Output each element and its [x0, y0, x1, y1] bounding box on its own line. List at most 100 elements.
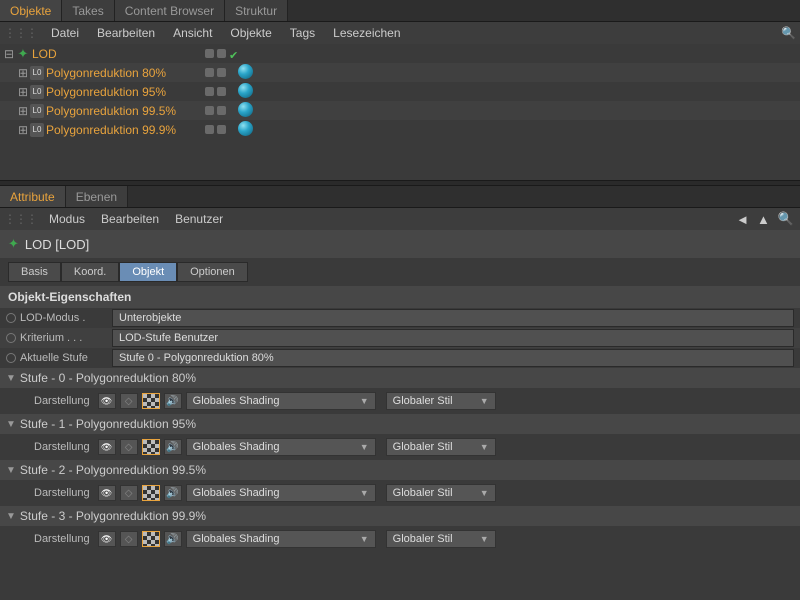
shading-dropdown[interactable]: Globales Shading▼ — [186, 392, 376, 410]
menu-benutzer[interactable]: Benutzer — [167, 209, 231, 229]
material-sphere-icon[interactable] — [238, 121, 253, 136]
object-name[interactable]: Polygonreduktion 99.9% — [46, 123, 176, 137]
shading-dropdown[interactable]: Globales Shading▼ — [186, 438, 376, 456]
render-dot[interactable] — [217, 125, 226, 134]
stil-dropdown[interactable]: Globaler Stil▼ — [386, 392, 496, 410]
tree-expand-icon[interactable]: ⊞ — [18, 85, 28, 99]
prop-label: Kriterium . . . — [20, 332, 112, 344]
eye-icon[interactable] — [98, 439, 116, 455]
sound-icon[interactable]: 🔊 — [164, 393, 182, 409]
prop-value-dropdown[interactable]: LOD-Stufe Benutzer — [112, 329, 794, 347]
object-name[interactable]: Polygonreduktion 80% — [46, 66, 166, 80]
attribute-panel-tabs: Attribute Ebenen — [0, 186, 800, 208]
checker-icon[interactable] — [142, 439, 160, 455]
tab-struktur[interactable]: Struktur — [225, 0, 288, 21]
object-row[interactable]: ⊞ L0 Polygonreduktion 99.5% — [0, 101, 800, 120]
objects-tree: ⊟ ✦ LOD ✔ ⊞ L0 Polygonreduktion 80% ⊞ L0… — [0, 44, 800, 180]
collapse-icon[interactable]: ▼ — [6, 373, 16, 384]
menu-bearbeiten[interactable]: Bearbeiten — [89, 23, 163, 43]
shading-dropdown[interactable]: Globales Shading▼ — [186, 530, 376, 548]
collapse-icon[interactable]: ▼ — [6, 419, 16, 430]
render-dot[interactable] — [217, 87, 226, 96]
tree-collapse-icon[interactable]: ⊟ — [4, 47, 14, 61]
object-row-lod[interactable]: ⊟ ✦ LOD ✔ — [0, 44, 800, 63]
visibility-dot[interactable] — [205, 68, 214, 77]
material-sphere-icon[interactable] — [238, 102, 253, 117]
tab-takes[interactable]: Takes — [62, 0, 114, 21]
object-row[interactable]: ⊞ L0 Polygonreduktion 99.9% — [0, 120, 800, 139]
cube-icon[interactable]: ◇ — [120, 485, 138, 501]
menu-lesezeichen[interactable]: Lesezeichen — [325, 23, 408, 43]
material-sphere-icon[interactable] — [238, 83, 253, 98]
stufe-header-1[interactable]: ▼ Stufe - 1 - Polygonreduktion 95% — [0, 414, 800, 434]
subtab-optionen[interactable]: Optionen — [177, 262, 248, 282]
checker-icon[interactable] — [142, 531, 160, 547]
sound-icon[interactable]: 🔊 — [164, 531, 182, 547]
eye-icon[interactable] — [98, 531, 116, 547]
tab-content-browser[interactable]: Content Browser — [115, 0, 225, 21]
shading-dropdown[interactable]: Globales Shading▼ — [186, 484, 376, 502]
visibility-dot[interactable] — [205, 106, 214, 115]
render-dot[interactable] — [217, 68, 226, 77]
subtab-koord[interactable]: Koord. — [61, 262, 119, 282]
menu-bearbeiten[interactable]: Bearbeiten — [93, 209, 167, 229]
cube-icon[interactable]: ◇ — [120, 393, 138, 409]
nav-up-icon[interactable]: ▲ — [757, 212, 770, 227]
object-name[interactable]: LOD — [32, 47, 57, 61]
stil-dropdown[interactable]: Globaler Stil▼ — [386, 438, 496, 456]
stufe-title: Stufe - 2 - Polygonreduktion 99.5% — [20, 463, 206, 477]
stufe-header-3[interactable]: ▼ Stufe - 3 - Polygonreduktion 99.9% — [0, 506, 800, 526]
stufe-header-0[interactable]: ▼ Stufe - 0 - Polygonreduktion 80% — [0, 368, 800, 388]
caret-down-icon: ▼ — [360, 442, 369, 452]
object-row[interactable]: ⊞ L0 Polygonreduktion 80% — [0, 63, 800, 82]
attribute-title: LOD [LOD] — [25, 237, 89, 252]
menu-datei[interactable]: Datei — [43, 23, 87, 43]
tab-attribute[interactable]: Attribute — [0, 186, 66, 207]
stil-dropdown[interactable]: Globaler Stil▼ — [386, 484, 496, 502]
checker-icon[interactable] — [142, 393, 160, 409]
tree-expand-icon[interactable]: ⊞ — [18, 104, 28, 118]
tab-objekte[interactable]: Objekte — [0, 0, 62, 21]
sound-icon[interactable]: 🔊 — [164, 439, 182, 455]
checker-icon[interactable] — [142, 485, 160, 501]
visibility-dot[interactable] — [205, 125, 214, 134]
menu-objekte[interactable]: Objekte — [222, 23, 279, 43]
menu-ansicht[interactable]: Ansicht — [165, 23, 220, 43]
cube-icon[interactable]: ◇ — [120, 531, 138, 547]
eye-icon[interactable] — [98, 393, 116, 409]
tree-expand-icon[interactable]: ⊞ — [18, 66, 28, 80]
visibility-dot[interactable] — [205, 87, 214, 96]
sound-icon[interactable]: 🔊 — [164, 485, 182, 501]
prop-value-dropdown[interactable]: Stufe 0 - Polygonreduktion 80% — [112, 349, 794, 367]
subtab-objekt[interactable]: Objekt — [119, 262, 177, 282]
object-name[interactable]: Polygonreduktion 95% — [46, 85, 166, 99]
search-icon[interactable]: 🔍 — [778, 211, 794, 227]
search-icon[interactable]: 🔍 — [781, 26, 796, 40]
render-dot[interactable] — [217, 49, 226, 58]
tab-ebenen[interactable]: Ebenen — [66, 186, 128, 207]
visibility-dot[interactable] — [205, 49, 214, 58]
anim-toggle-icon[interactable] — [6, 313, 16, 323]
menu-modus[interactable]: Modus — [41, 209, 93, 229]
enable-check-icon[interactable]: ✔ — [229, 49, 238, 58]
darstellung-label: Darstellung — [34, 487, 90, 499]
nav-back-icon[interactable]: ◄ — [736, 212, 749, 227]
anim-toggle-icon[interactable] — [6, 353, 16, 363]
object-row[interactable]: ⊞ L0 Polygonreduktion 95% — [0, 82, 800, 101]
eye-icon[interactable] — [98, 485, 116, 501]
menu-tags[interactable]: Tags — [282, 23, 323, 43]
prop-value-dropdown[interactable]: Unterobjekte — [112, 309, 794, 327]
collapse-icon[interactable]: ▼ — [6, 511, 16, 522]
cube-icon[interactable]: ◇ — [120, 439, 138, 455]
object-name[interactable]: Polygonreduktion 99.5% — [46, 104, 176, 118]
grip-icon: ⋮⋮⋮ — [4, 212, 37, 226]
subtab-basis[interactable]: Basis — [8, 262, 61, 282]
material-sphere-icon[interactable] — [238, 64, 253, 79]
stufe-header-2[interactable]: ▼ Stufe - 2 - Polygonreduktion 99.5% — [0, 460, 800, 480]
render-dot[interactable] — [217, 106, 226, 115]
attribute-menubar: ⋮⋮⋮ Modus Bearbeiten Benutzer ◄ ▲ 🔍 — [0, 208, 800, 230]
stil-dropdown[interactable]: Globaler Stil▼ — [386, 530, 496, 548]
anim-toggle-icon[interactable] — [6, 333, 16, 343]
collapse-icon[interactable]: ▼ — [6, 465, 16, 476]
tree-expand-icon[interactable]: ⊞ — [18, 123, 28, 137]
